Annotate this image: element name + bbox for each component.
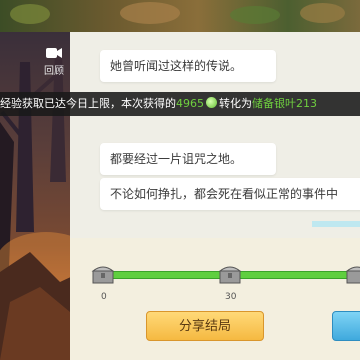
scroll-indicator [312, 221, 360, 227]
chest-icon-next[interactable] [344, 263, 360, 285]
replay-label: 回顾 [44, 66, 64, 77]
dialog-bubble-2: 都要经过一片诅咒之地。 [100, 143, 276, 175]
dialog-bubble-3: 不论如何挣扎，都会死在看似正常的事件中 [100, 178, 360, 210]
chest-icon-30[interactable] [217, 263, 243, 285]
share-ending-button[interactable]: 分享结局 [146, 311, 264, 341]
exp-limit-notice: 经验获取已达今日上限，本次获得的4965 转化为储备银叶213 [0, 92, 360, 116]
blue-action-button[interactable] [332, 311, 360, 341]
dialog-bubble-1: 她曾听闻过这样的传说。 [100, 50, 276, 82]
exp-coin-icon [206, 97, 217, 108]
dialog-text-2: 都要经过一片诅咒之地。 [110, 152, 243, 166]
notice-reward: 储备银叶213 [252, 97, 317, 110]
milestone-label-0: 0 [101, 292, 107, 302]
chest-icon-0[interactable] [90, 263, 116, 285]
notice-middle: 转化为 [219, 97, 252, 110]
notice-prefix: 经验获取已达今日上限，本次获得的 [0, 97, 176, 110]
video-replay-icon [46, 48, 62, 58]
replay-button[interactable]: 回顾 [36, 46, 72, 80]
dialog-text-3: 不论如何挣扎，都会死在看似正常的事件中 [110, 187, 339, 201]
dialog-text-1: 她曾听闻过这样的传说。 [110, 59, 243, 73]
milestone-label-30: 30 [225, 292, 237, 302]
notice-amount: 4965 [176, 97, 204, 110]
top-game-scene [0, 0, 360, 32]
